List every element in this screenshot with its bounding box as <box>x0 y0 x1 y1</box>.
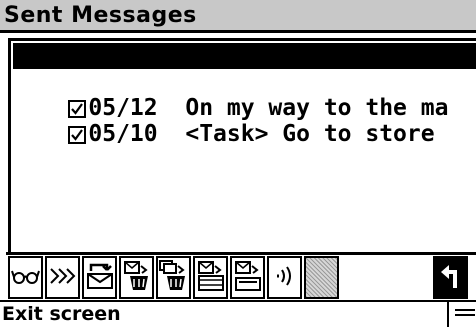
delete-button[interactable] <box>119 256 154 299</box>
status-divider <box>447 302 449 327</box>
move-button[interactable] <box>193 256 228 299</box>
reply-icon <box>85 261 115 295</box>
toolbar-spacer <box>341 256 376 299</box>
glasses-icon <box>10 266 41 290</box>
forward-icon <box>49 266 77 290</box>
message-row[interactable]: 05/12 On my way to the ma <box>13 69 476 121</box>
sound-button[interactable] <box>267 256 302 299</box>
message-row[interactable]: 05/10 <Task> Go to store <box>13 95 476 147</box>
back-button[interactable] <box>433 256 468 299</box>
delete-icon <box>122 260 152 296</box>
sound-icon <box>271 264 299 292</box>
toolbar <box>8 256 476 300</box>
reply-button[interactable] <box>82 256 117 299</box>
message-list[interactable]: 01:28p John - Please let m 05/12 On my w… <box>8 38 476 252</box>
message-date: 05/10 <box>88 121 158 147</box>
view-button[interactable] <box>8 256 43 299</box>
forward-button[interactable] <box>45 256 80 299</box>
menu-icon[interactable] <box>455 307 475 326</box>
checkbox-checked-icon[interactable] <box>68 126 87 144</box>
message-subject: <Task> Go to store <box>185 121 435 147</box>
message-row[interactable]: 01:28p John - Please let m <box>13 43 476 95</box>
status-bar: Exit screen <box>0 300 476 327</box>
delete-all-icon <box>158 259 189 296</box>
delete-all-button[interactable] <box>156 256 191 299</box>
move-icon <box>196 260 226 296</box>
title-bar: Sent Messages <box>0 0 476 33</box>
copy-button[interactable] <box>230 256 265 299</box>
blank-button <box>304 256 339 299</box>
copy-icon <box>233 260 263 296</box>
window-title: Sent Messages <box>4 3 197 28</box>
divider <box>6 252 476 255</box>
status-text: Exit screen <box>2 303 121 325</box>
back-icon <box>438 262 464 294</box>
